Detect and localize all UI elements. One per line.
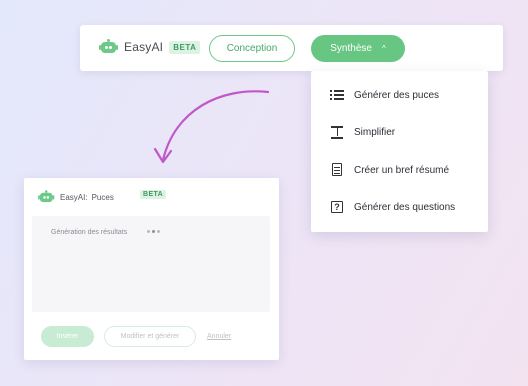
menu-item-label: Générer des puces [354,89,440,101]
panel-mode: Puces [91,192,114,202]
beta-badge: BETA [140,190,167,199]
simplify-icon [330,125,344,139]
synthese-dropdown-menu: Générer des puces Simplifier Créer un br… [311,71,488,232]
easyai-result-panel: EasyAI: Puces BETA Génération des résult… [24,178,279,360]
menu-item-label: Générer des questions [354,201,456,213]
robot-icon [38,190,55,204]
generating-status: Génération des résultats [51,229,128,236]
loading-dots-icon [147,230,160,233]
canvas: EasyAI BETA Conception Synthèse ^ Génére… [0,0,528,386]
brand: EasyAI BETA [99,39,201,55]
robot-icon [99,39,118,55]
menu-item-label: Créer un bref résumé [354,164,450,176]
synthese-label: Synthèse [330,43,372,54]
chevron-up-icon: ^ [381,44,386,53]
bullet-list-icon [330,88,344,102]
question-box-icon: ? [330,200,344,214]
menu-item-bref-resume[interactable]: Créer un bref résumé [330,162,449,178]
modify-and-generate-button[interactable]: Modifier et générer [104,326,196,347]
conception-button[interactable]: Conception [209,35,295,62]
menu-item-label: Simplifier [354,126,396,138]
menu-item-generer-questions[interactable]: ? Générer des questions [330,199,455,215]
beta-badge: BETA [169,40,201,54]
document-icon [330,163,344,177]
cancel-link[interactable]: Annuler [207,333,231,340]
panel-header: EasyAI: Puces [38,189,114,205]
synthese-button[interactable]: Synthèse ^ [311,35,405,62]
curved-arrow-icon [153,90,270,164]
menu-item-generer-puces[interactable]: Générer des puces [330,87,439,103]
top-toolbar: EasyAI BETA Conception Synthèse ^ [80,25,503,71]
result-area: Génération des résultats [32,216,270,312]
brand-name: EasyAI [124,40,164,54]
panel-title: EasyAI: [60,192,88,202]
menu-item-simplifier[interactable]: Simplifier [330,124,395,140]
insert-button[interactable]: Insérer [41,326,94,347]
